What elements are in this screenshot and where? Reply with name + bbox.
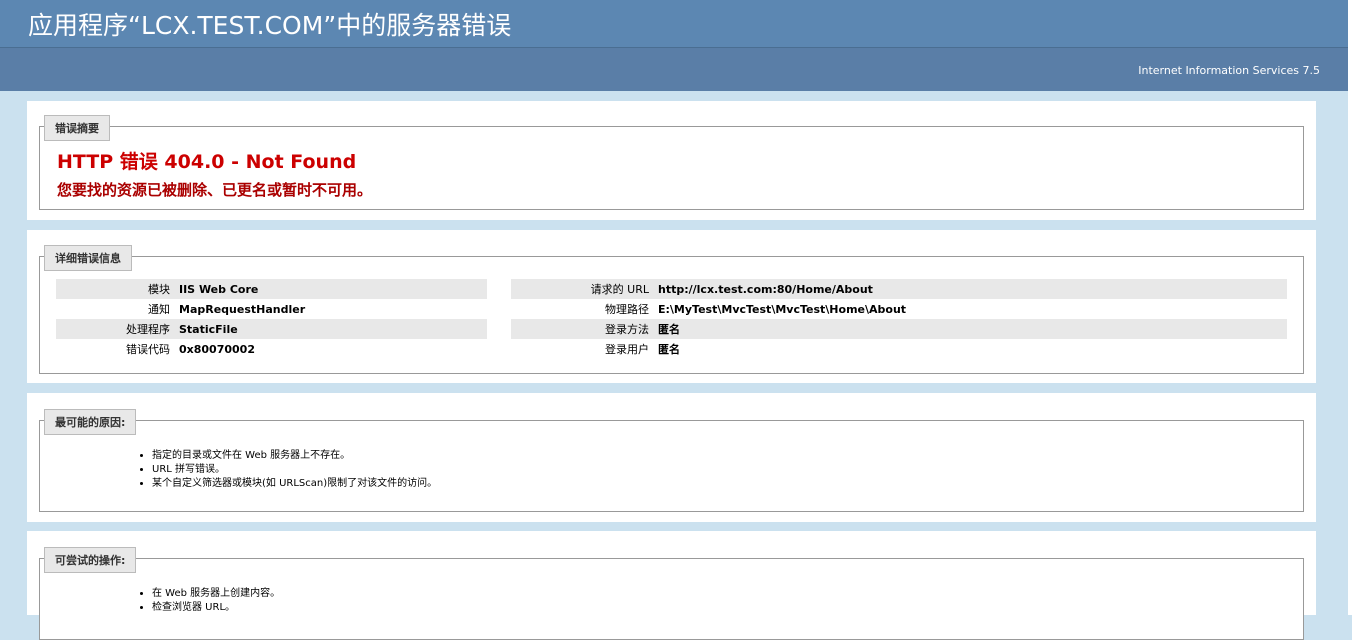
causes-legend: 最可能的原因:	[44, 409, 137, 435]
list-item: 检查浏览器 URL。	[152, 601, 280, 615]
detail-value: E:\MyTest\MvcTest\MvcTest\Home\About	[658, 302, 907, 316]
detail-label: 错误代码	[126, 343, 170, 356]
actions-fieldset: 可尝试的操作: 在 Web 服务器上创建内容。 检查浏览器 URL。	[39, 547, 1304, 640]
product-name: Internet Information Services 7.5	[1138, 64, 1320, 77]
detail-label: 模块	[56, 279, 179, 299]
scrollbar-edge	[1348, 0, 1352, 615]
detail-label: 请求的 URL	[511, 279, 658, 299]
detail-value: 0x80070002	[179, 342, 255, 356]
summary-section: 错误摘要 HTTP 错误 404.0 - Not Found 您要找的资源已被删…	[27, 101, 1316, 220]
details-right-table: 请求的 URL http://lcx.test.com:80/Home/Abou…	[511, 279, 1287, 359]
detail-value: StaticFile	[179, 319, 487, 339]
table-row: 错误代码 0x80070002	[56, 339, 487, 359]
page-title: 应用程序“LCX.TEST.COM”中的服务器错误	[28, 11, 512, 40]
table-row: 登录方法 匿名	[511, 319, 1287, 339]
detail-value: IIS Web Core	[179, 279, 487, 299]
summary-legend: 错误摘要	[44, 115, 110, 141]
causes-list: 指定的目录或文件在 Web 服务器上不存在。 URL 拼写错误。 某个自定义筛选…	[134, 449, 437, 491]
causes-section: 最可能的原因: 指定的目录或文件在 Web 服务器上不存在。 URL 拼写错误。…	[27, 393, 1316, 522]
details-fieldset: 详细错误信息 模块 IIS Web Core 通知 MapRequestHand…	[39, 245, 1304, 374]
product-banner: Internet Information Services 7.5	[0, 48, 1348, 91]
table-row: 模块 IIS Web Core	[56, 279, 487, 299]
causes-fieldset: 最可能的原因: 指定的目录或文件在 Web 服务器上不存在。 URL 拼写错误。…	[39, 409, 1304, 512]
table-row: 物理路径 E:\MyTest\MvcTest\MvcTest\Home\Abou…	[511, 299, 1287, 319]
detail-label: 登录用户	[605, 343, 649, 356]
detail-value: 匿名	[658, 343, 680, 356]
detail-value: http://lcx.test.com:80/Home/About	[658, 279, 1287, 299]
detail-value: MapRequestHandler	[179, 302, 306, 316]
error-description: 您要找的资源已被删除、已更名或暂时不可用。	[57, 181, 373, 199]
details-section: 详细错误信息 模块 IIS Web Core 通知 MapRequestHand…	[27, 230, 1316, 383]
actions-list: 在 Web 服务器上创建内容。 检查浏览器 URL。	[134, 587, 280, 615]
detail-label: 处理程序	[56, 319, 179, 339]
list-item: 指定的目录或文件在 Web 服务器上不存在。	[152, 449, 437, 463]
table-row: 请求的 URL http://lcx.test.com:80/Home/Abou…	[511, 279, 1287, 299]
actions-section: 可尝试的操作: 在 Web 服务器上创建内容。 检查浏览器 URL。	[27, 531, 1316, 640]
summary-fieldset: 错误摘要 HTTP 错误 404.0 - Not Found 您要找的资源已被删…	[39, 115, 1304, 210]
actions-legend: 可尝试的操作:	[44, 547, 137, 573]
table-row: 通知 MapRequestHandler	[56, 299, 487, 319]
detail-label: 物理路径	[605, 303, 649, 316]
error-title: HTTP 错误 404.0 - Not Found	[57, 151, 357, 173]
details-left-table: 模块 IIS Web Core 通知 MapRequestHandler 处理程…	[56, 279, 487, 359]
page-header: 应用程序“LCX.TEST.COM”中的服务器错误	[0, 0, 1348, 48]
detail-label: 通知	[148, 303, 170, 316]
details-legend: 详细错误信息	[44, 245, 132, 271]
table-row: 登录用户 匿名	[511, 339, 1287, 359]
detail-label: 登录方法	[511, 319, 658, 339]
list-item: 某个自定义筛选器或模块(如 URLScan)限制了对该文件的访问。	[152, 477, 437, 491]
detail-value: 匿名	[658, 319, 1287, 339]
table-row: 处理程序 StaticFile	[56, 319, 487, 339]
list-item: URL 拼写错误。	[152, 463, 437, 477]
list-item: 在 Web 服务器上创建内容。	[152, 587, 280, 601]
